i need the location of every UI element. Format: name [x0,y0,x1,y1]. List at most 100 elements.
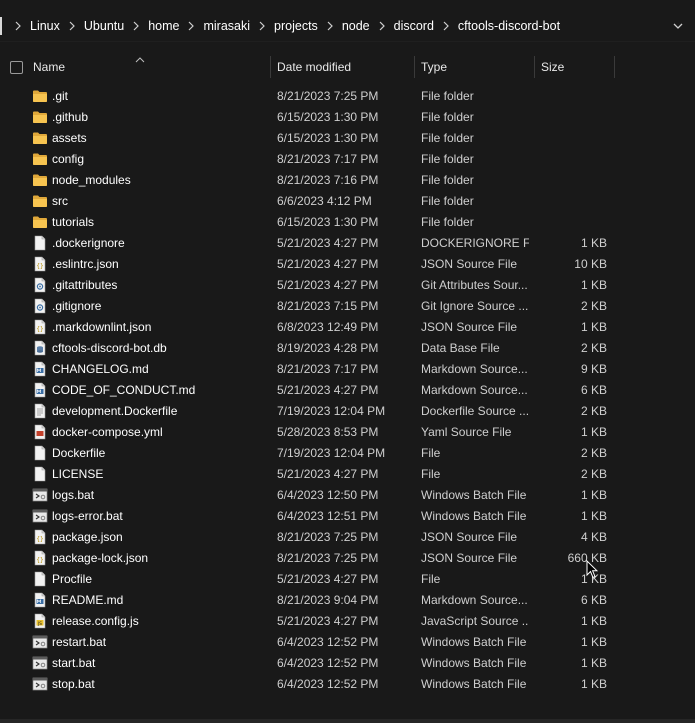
address-bar[interactable]: Linux Ubuntu home mirasaki projects node disco… [0,11,695,42]
file-row[interactable]: node_modules 8/21/2023 7:16 PM File folder [0,170,695,191]
file-row[interactable]: stop.bat 6/4/2023 12:52 PM Windows Batch F… [0,674,695,695]
file-row[interactable]: .gitattributes 5/21/2023 4:27 PM Git Attri… [0,275,695,296]
column-divider[interactable] [414,56,415,78]
file-type: File folder [421,110,474,124]
address-bar-edge [0,17,2,35]
file-date-modified: 5/21/2023 4:27 PM [277,614,379,628]
file-row[interactable]: Dockerfile 7/19/2023 12:04 PM File 2 KB [0,443,695,464]
folder-icon [32,130,48,146]
file-name: .gitignore [52,299,102,313]
breadcrumb-item[interactable]: home [146,19,181,33]
file-row[interactable]: CODE_OF_CONDUCT.md 5/21/2023 4:27 PM Markd… [0,380,695,401]
file-type: Windows Batch File [421,677,527,691]
file-row[interactable]: {} package.json 8/21/2023 7:25 PM JSON Sour… [0,527,695,548]
file-date-modified: 6/8/2023 12:49 PM [277,320,379,334]
breadcrumb-item[interactable]: discord [392,19,436,33]
column-size[interactable]: Size [541,54,611,80]
file-row[interactable]: .dockerignore 5/21/2023 4:27 PM DOCKERIGNO… [0,233,695,254]
breadcrumb-item[interactable]: node [340,19,372,33]
file-name: logs-error.bat [52,509,123,523]
file-size: 1 KB [580,425,607,439]
file-type: File [421,446,441,460]
file-date-modified: 8/21/2023 7:25 PM [277,530,379,544]
file-row[interactable]: logs.bat 6/4/2023 12:50 PM Windows Batch F… [0,485,695,506]
column-divider[interactable] [270,56,271,78]
file-name: .git [52,89,69,103]
file-name: package-lock.json [52,551,149,565]
column-name[interactable]: Name [33,54,263,80]
breadcrumb-item[interactable]: projects [272,19,320,33]
file-type: Dockerfile Source ... [421,404,529,418]
file-name: assets [52,131,87,145]
file-type: File folder [421,131,474,145]
file-row[interactable]: JS release.config.js 5/21/2023 4:27 PM Java… [0,611,695,632]
file-icon [32,235,48,251]
chevron-right-icon[interactable] [320,21,340,31]
column-type[interactable]: Type [421,54,531,80]
file-type: Data Base File [421,341,500,355]
file-size: 6 KB [580,593,607,607]
file-row[interactable]: .github 6/15/2023 1:30 PM File folder [0,107,695,128]
file-date-modified: 8/19/2023 4:28 PM [277,341,379,355]
file-row[interactable]: LICENSE 5/21/2023 4:27 PM File 2 KB [0,464,695,485]
file-type: Git Ignore Source ... [421,299,529,313]
file-row[interactable]: start.bat 6/4/2023 12:52 PM Windows Batch … [0,653,695,674]
database-file-icon [32,340,48,356]
file-row[interactable]: docker-compose.yml 5/28/2023 8:53 PM Yaml … [0,422,695,443]
file-size: 2 KB [580,341,607,355]
file-size: 1 KB [580,614,607,628]
file-row[interactable]: CHANGELOG.md 8/21/2023 7:17 PM Markdown So… [0,359,695,380]
file-row[interactable]: {} .markdownlint.json 6/8/2023 12:49 PM JSO… [0,317,695,338]
file-row[interactable]: {} .eslintrc.json 5/21/2023 4:27 PM JSON So… [0,254,695,275]
chevron-right-icon[interactable] [126,21,146,31]
chevron-right-icon[interactable] [436,21,456,31]
file-row[interactable]: restart.bat 6/4/2023 12:52 PM Windows Batc… [0,632,695,653]
file-name: development.Dockerfile [52,404,178,418]
file-row[interactable]: config 8/21/2023 7:17 PM File folder [0,149,695,170]
breadcrumb-item[interactable]: Linux [28,19,62,33]
file-row[interactable]: cftools-discord-bot.db 8/19/2023 4:28 PM D… [0,338,695,359]
chevron-right-icon[interactable] [252,21,272,31]
file-date-modified: 8/21/2023 7:15 PM [277,299,379,313]
chevron-down-icon[interactable] [671,19,685,33]
file-row[interactable]: assets 6/15/2023 1:30 PM File folder [0,128,695,149]
file-name: .github [52,110,89,124]
json-file-icon: {} [32,529,48,545]
breadcrumb-item[interactable]: cftools-discord-bot [456,19,562,33]
file-row[interactable]: .git 8/21/2023 7:25 PM File folder [0,86,695,107]
select-all-checkbox[interactable] [10,61,23,74]
file-type: Windows Batch File [421,656,527,670]
file-row[interactable]: README.md 8/21/2023 9:04 PM Markdown Sourc… [0,590,695,611]
file-icon [32,466,48,482]
batch-file-icon [32,676,48,692]
file-type: Yaml Source File [421,425,512,439]
column-divider[interactable] [534,56,535,78]
file-icon [32,571,48,587]
chevron-right-icon[interactable] [372,21,392,31]
file-type: Markdown Source... [421,362,528,376]
file-type: File folder [421,173,474,187]
file-row[interactable]: src 6/6/2023 4:12 PM File folder [0,191,695,212]
file-row[interactable]: logs-error.bat 6/4/2023 12:51 PM Windows B… [0,506,695,527]
status-bar-edge [0,719,695,723]
column-divider[interactable] [614,56,615,78]
column-date-modified[interactable]: Date modified [277,54,407,80]
breadcrumb-item[interactable]: Ubuntu [82,19,126,33]
file-row[interactable]: .gitignore 8/21/2023 7:15 PM Git Ignore So… [0,296,695,317]
file-date-modified: 6/6/2023 4:12 PM [277,194,372,208]
breadcrumb-item[interactable]: mirasaki [201,19,252,33]
file-name: restart.bat [52,635,107,649]
file-size [540,86,607,107]
file-name: package.json [52,530,123,544]
file-size: 1 KB [580,635,607,649]
chevron-right-icon[interactable] [62,21,82,31]
file-type: Windows Batch File [421,509,527,523]
json-file-icon: {} [32,256,48,272]
file-row[interactable]: tutorials 6/15/2023 1:30 PM File folder [0,212,695,233]
file-row[interactable]: development.Dockerfile 7/19/2023 12:04 PM… [0,401,695,422]
chevron-right-icon[interactable] [8,21,28,31]
svg-text:{}: {} [36,326,43,333]
file-name: stop.bat [52,677,95,691]
chevron-right-icon[interactable] [181,21,201,31]
file-date-modified: 6/4/2023 12:52 PM [277,656,379,670]
